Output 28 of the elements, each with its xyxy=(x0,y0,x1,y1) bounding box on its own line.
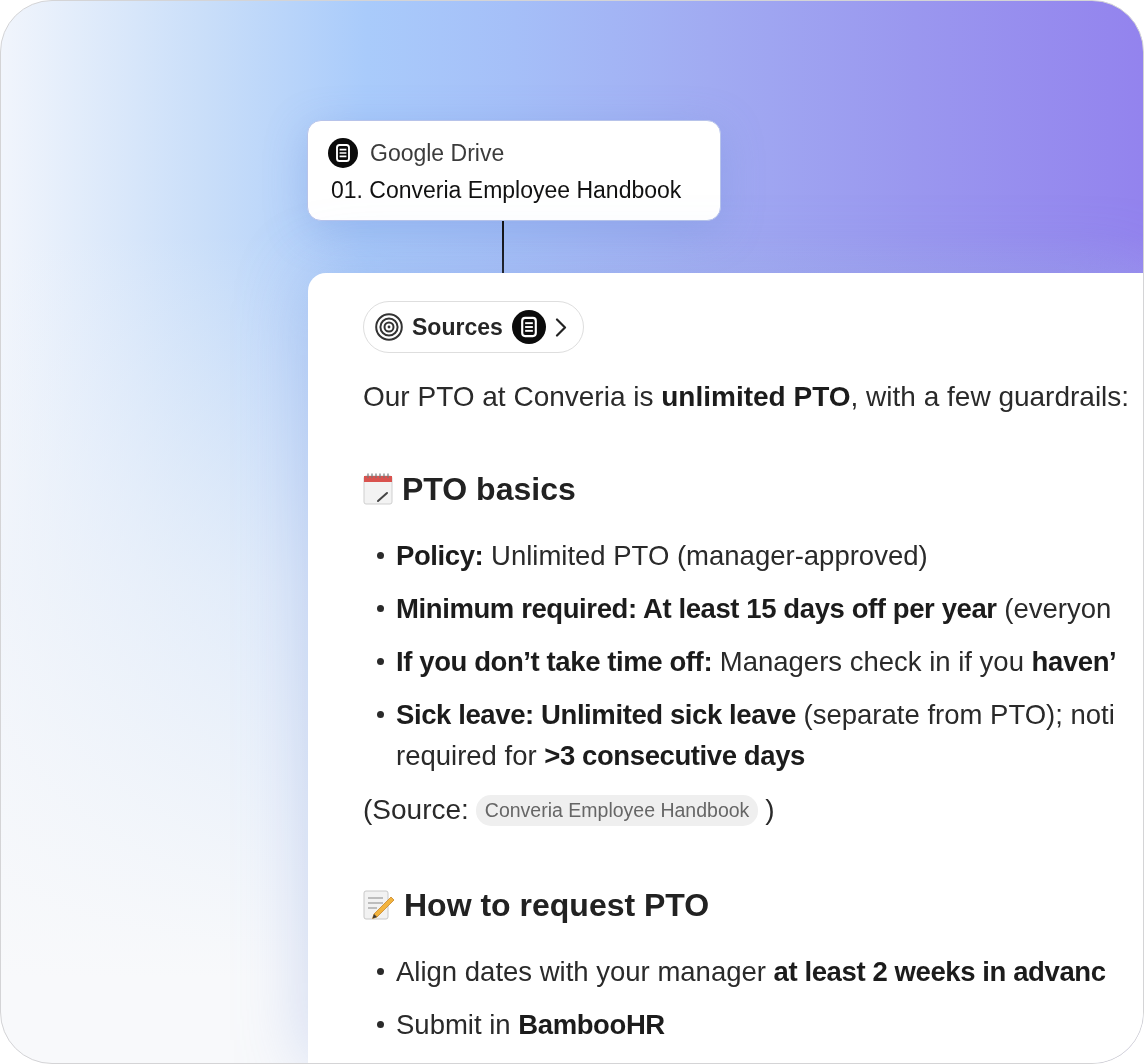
list-item-text: Sick leave: Unlimited sick leave (separate from PTO); noti required for >3 consecutive days xyxy=(396,698,1115,773)
section-heading: PTO basics xyxy=(402,470,576,508)
app-name: Google Drive xyxy=(370,139,505,167)
calendar-icon xyxy=(363,473,393,505)
document-title: 01. Converia Employee Handbook xyxy=(330,177,683,204)
chevron-right-icon xyxy=(554,317,567,337)
bullet-icon xyxy=(377,658,384,665)
bullet-icon xyxy=(377,711,384,718)
list-item-text: Submit in BambooHR xyxy=(396,1008,665,1042)
bullet-icon xyxy=(377,968,384,975)
citation-paren: ) xyxy=(765,794,775,826)
connector-line xyxy=(502,221,504,273)
section-heading: How to request PTO xyxy=(404,886,710,924)
list-item-text: Align dates with your manager at least 2 weeks in advanc xyxy=(396,955,1106,989)
list-item-text: If you don’t take time off: Managers check in if you haven’ xyxy=(396,645,1117,679)
memo-pencil-icon xyxy=(363,889,395,921)
list-item-text: Policy: Unlimited PTO (manager-approved) xyxy=(396,539,928,573)
document-icon xyxy=(511,310,546,344)
citation-label: (Source: xyxy=(363,794,469,826)
bullet-icon xyxy=(377,552,384,559)
intro-paragraph: Our PTO at Converia is unlimited PTO, with a few guardrails: xyxy=(363,380,1130,414)
target-icon xyxy=(375,313,403,341)
bullet-icon xyxy=(377,605,384,612)
source-chip[interactable]: Converia Employee Handbook xyxy=(475,794,759,826)
sources-button[interactable]: Sources xyxy=(363,301,584,353)
bullet-icon xyxy=(377,1021,384,1028)
document-icon xyxy=(328,138,358,168)
list-item-text: Minimum required: At least 15 days off per year (everyon xyxy=(396,592,1112,626)
